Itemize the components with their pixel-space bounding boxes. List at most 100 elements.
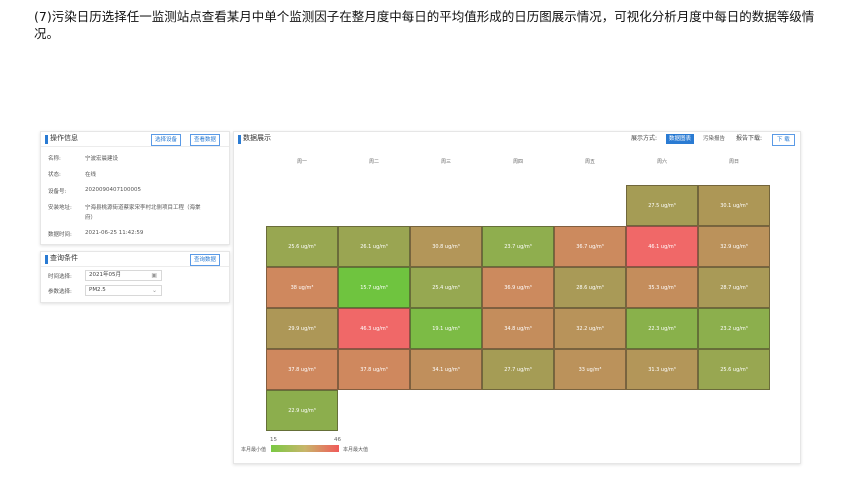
calendar-day-cell[interactable]: 46.1 ug/m³ [626,226,698,267]
day-value: 46.3 ug/m³ [360,325,388,332]
field-data-time: 数据时间: 2021-06-25 11:42:59 [48,230,143,238]
calendar-day-cell[interactable]: 28.6 ug/m³ [554,267,626,308]
report-download-label: 报告下载: [736,135,763,142]
day-value: 23.7 ug/m³ [504,243,532,250]
day-value: 28.6 ug/m³ [576,284,604,291]
field-status: 状态: 在线 [48,170,96,178]
day-value: 25.4 ug/m³ [432,284,460,291]
day-value: 46.1 ug/m³ [648,243,676,250]
calendar-day-cell[interactable]: 28.7 ug/m³ [698,267,770,308]
day-value: 19.1 ug/m³ [432,325,460,332]
select-device-button[interactable]: 选择设备 [151,134,182,146]
day-value: 29.9 ug/m³ [288,325,316,332]
field-value: 宁波宏晨建设 [85,156,119,162]
calendar-day-cell[interactable]: 25.6 ug/m³ [698,349,770,390]
calendar-day-cell[interactable]: 34.8 ug/m³ [482,308,554,349]
field-name: 名称: 宁波宏晨建设 [48,154,118,162]
calendar-day-cell[interactable]: 30.8 ug/m³ [410,226,482,267]
day-value: 37.8 ug/m³ [288,366,316,373]
query-panel-header: 查询条件 查询数据 [41,252,229,267]
weekday-thu: 周四 [512,159,523,165]
calendar-day-cell[interactable]: 25.6 ug/m³ [266,226,338,267]
calendar-day-cell[interactable]: 38 ug/m³ [266,267,338,308]
day-value: 32.2 ug/m³ [576,325,604,332]
info-panel-header: 操作信息 选择设备 查看数据 [41,132,229,147]
field-value: 宁海县桃源街道蔡家宋李村北侧项目工程（海棠 [85,205,201,211]
field-value: 在线 [85,172,97,178]
header-accent-bar [45,135,48,144]
calendar-day-cell[interactable]: 27.7 ug/m³ [482,349,554,390]
tab-pollution-report[interactable]: 污染报告 [700,134,728,144]
calendar-day-cell[interactable]: 26.1 ug/m³ [338,226,410,267]
calendar-day-cell[interactable]: 35.3 ug/m³ [626,267,698,308]
weekday-sun: 周日 [728,159,739,165]
calendar-day-cell[interactable]: 32.2 ug/m³ [554,308,626,349]
day-value: 26.1 ug/m³ [360,243,388,250]
day-value: 25.6 ug/m³ [288,243,316,250]
day-value: 27.7 ug/m³ [504,366,532,373]
calendar-day-cell[interactable]: 23.2 ug/m³ [698,308,770,349]
calendar-day-cell[interactable]: 29.9 ug/m³ [266,308,338,349]
calendar-day-cell[interactable]: 33 ug/m³ [554,349,626,390]
calendar-day-cell[interactable]: 30.1 ug/m³ [698,185,770,226]
legend-max-label: 本月最大值 [343,447,369,453]
calendar-icon: ▣ [151,272,157,279]
param-select-label: 参数选择: [48,289,72,295]
view-data-button[interactable]: 查看数据 [190,134,221,146]
day-value: 38 ug/m³ [290,284,314,291]
weekday-sat: 周六 [656,159,667,165]
calendar-day-cell[interactable]: 37.8 ug/m³ [338,349,410,390]
calendar-day-cell[interactable]: 32.9 ug/m³ [698,226,770,267]
field-value: 2020090407100005 [85,187,141,193]
tab-data-chart[interactable]: 数据图表 [666,134,695,144]
calendar-day-cell[interactable]: 15.7 ug/m³ [338,267,410,308]
legend-gradient-bar [271,445,339,452]
day-value: 36.7 ug/m³ [576,243,604,250]
display-mode-label: 展示方式: [631,135,658,142]
calendar-day-cell[interactable]: 31.3 ug/m³ [626,349,698,390]
info-panel: 操作信息 选择设备 查看数据 名称: 宁波宏晨建设 状态: 在线 设备号: 20… [40,131,230,245]
calendar-day-cell[interactable]: 27.5 ug/m³ [626,185,698,226]
field-value: 府） [85,215,97,221]
calendar-day-cell[interactable]: 37.8 ug/m³ [266,349,338,390]
field-label: 状态: [48,172,61,178]
weekday-wed: 周三 [440,159,451,165]
calendar-day-cell[interactable]: 36.7 ug/m³ [554,226,626,267]
day-value: 22.3 ug/m³ [648,325,676,332]
day-value: 31.3 ug/m³ [648,366,676,373]
info-panel-title: 操作信息 [50,134,78,142]
calendar-day-cell[interactable]: 19.1 ug/m³ [410,308,482,349]
day-value: 34.8 ug/m³ [504,325,532,332]
legend-max-value: 46 [334,437,341,443]
field-value: 2021-06-25 11:42:59 [85,230,144,236]
calendar-day-cell[interactable]: 36.9 ug/m³ [482,267,554,308]
calendar-day-cell[interactable]: 22.3 ug/m³ [626,308,698,349]
query-data-button[interactable]: 查询数据 [190,254,221,266]
param-select[interactable]: PM2.5 ⌄ [85,285,162,296]
download-button[interactable]: 下 载 [772,134,795,146]
month-picker-input[interactable]: 2021年05月 ▣ [85,270,162,281]
query-panel: 查询条件 查询数据 时间选择: 2021年05月 ▣ 参数选择: PM2.5 ⌄ [40,251,230,303]
day-value: 37.8 ug/m³ [360,366,388,373]
day-value: 22.9 ug/m³ [288,407,316,414]
field-label: 数据时间: [48,232,72,238]
query-panel-title: 查询条件 [50,254,78,262]
calendar-day-cell[interactable]: 23.7 ug/m³ [482,226,554,267]
field-label: 名称: [48,156,61,162]
calendar-day-cell[interactable]: 22.9 ug/m³ [266,390,338,431]
day-value: 30.8 ug/m³ [432,243,460,250]
day-value: 27.5 ug/m³ [648,202,676,209]
data-display-title: 数据展示 [243,134,271,142]
calendar-day-cell[interactable]: 46.3 ug/m³ [338,308,410,349]
weekday-mon: 周一 [296,159,307,165]
param-value: PM2.5 [89,287,106,293]
calendar-day-cell[interactable]: 34.1 ug/m³ [410,349,482,390]
day-value: 35.3 ug/m³ [648,284,676,291]
legend-min-value: 15 [270,437,277,443]
header-accent-bar [45,255,48,264]
time-select-label: 时间选择: [48,274,72,280]
header-accent-bar [238,135,241,144]
day-value: 25.6 ug/m³ [720,366,748,373]
chevron-down-icon: ⌄ [151,287,157,294]
calendar-day-cell[interactable]: 25.4 ug/m³ [410,267,482,308]
